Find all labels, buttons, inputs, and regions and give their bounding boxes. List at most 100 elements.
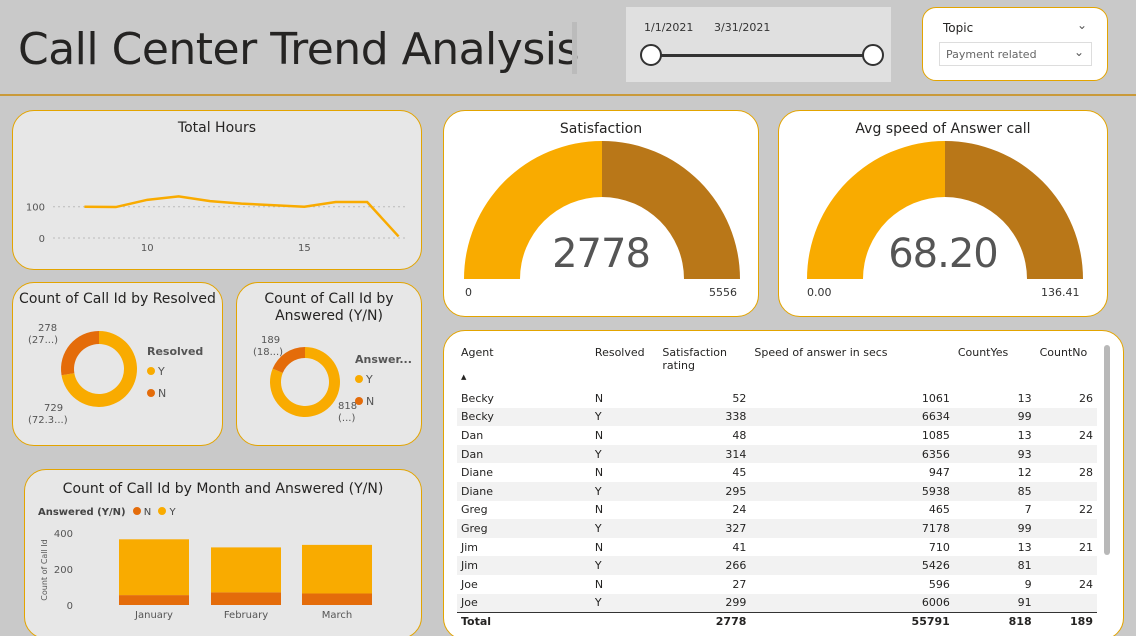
date-end-handle[interactable] (862, 44, 884, 66)
cell-countyes: 12 (1017, 466, 1032, 480)
col-header-agent[interactable]: Agent ▲ (457, 343, 591, 389)
sort-asc-icon[interactable]: ▲ (461, 373, 466, 381)
cell-resolved: N (594, 428, 604, 442)
resolved-legend-y[interactable]: Y (147, 365, 165, 378)
date-start-label: 1/1/2021 (644, 21, 694, 34)
cell-speed: 6634 (750, 407, 954, 427)
satisfaction-gauge-card[interactable]: Satisfaction 2778 0 5556 (443, 110, 759, 317)
series-line (84, 195, 400, 238)
resolved-legend-n[interactable]: N (147, 387, 166, 400)
cell-countno: 26 (1079, 391, 1093, 405)
cell-agent: Greg (461, 503, 488, 517)
cell-agent: Greg (457, 519, 591, 538)
cell-countno (1035, 593, 1097, 613)
speed-gauge-card[interactable]: Avg speed of Answer call 68.20 0.00 136.… (778, 110, 1108, 317)
cell-countno: 28 (1079, 466, 1093, 480)
cell-satisfaction: 314 (658, 444, 751, 464)
topic-selected-value: Payment related (946, 48, 1037, 61)
cell-speed: 5426 (750, 556, 954, 575)
cell-resolved: Y (590, 407, 659, 427)
cell-agent: Diane (461, 466, 494, 480)
table-row[interactable]: Becky Y 338 6634 99 (457, 407, 1097, 427)
date-slider-track[interactable] (652, 54, 874, 57)
cell-countno: 24 (1079, 428, 1093, 442)
date-end-label: 3/31/2021 (714, 21, 771, 34)
cell-satisfaction: 338 (658, 407, 751, 427)
cell-countyes: 7 (1024, 503, 1032, 517)
cell-agent: Diane (457, 481, 591, 501)
bar-n (302, 593, 372, 605)
cell-resolved: N (594, 466, 604, 480)
cell-countno (1035, 519, 1097, 538)
total-hours-card[interactable]: Total Hours 100 0 10 15 (12, 110, 422, 270)
date-start-handle[interactable] (640, 44, 662, 66)
table-row[interactable]: Dan Y 314 6356 93 (457, 444, 1097, 464)
table-total-row[interactable]: Total 2778 55791 818 189 (457, 611, 1097, 631)
cell-countyes: 81 (953, 556, 1036, 575)
x-tick-label: January (134, 610, 173, 621)
cell-satisfaction: 299 (658, 593, 751, 613)
cell-countno (1035, 407, 1097, 427)
cell-satisfaction: 41 (732, 540, 747, 554)
table-row[interactable]: Dan N 48 1085 13 24 (457, 426, 1097, 445)
cell-satisfaction: 266 (658, 556, 751, 575)
title-divider (572, 22, 577, 74)
cell-countno: 189 (1035, 611, 1097, 631)
agent-table: Agent ▲ Resolved Satisfaction rating Spee… (457, 343, 1097, 631)
x-tick-label: 10 (141, 243, 154, 254)
table-row[interactable]: Jim Y 266 5426 81 (457, 556, 1097, 575)
answered-donut-card[interactable]: Count of Call Id by Answered (Y/N) 189 (… (236, 282, 422, 446)
x-tick-label: March (322, 610, 352, 621)
col-header-resolved[interactable]: Resolved (591, 343, 658, 389)
col-header-countyes[interactable]: CountYes (954, 343, 1036, 389)
table-row[interactable]: Joe Y 299 6006 91 (457, 593, 1097, 613)
cell-countyes: 99 (953, 407, 1036, 427)
cell-speed: 1061 (921, 391, 950, 405)
speed-min: 0.00 (807, 286, 832, 299)
resolved-donut-card[interactable]: Count of Call Id by Resolved 278 (27...)… (12, 282, 223, 446)
col-header-speed[interactable]: Speed of answer in secs (750, 343, 953, 389)
table-row[interactable]: Jim N 41 710 13 21 (457, 538, 1097, 557)
table-row[interactable]: Diane N 45 947 12 28 (457, 463, 1097, 482)
chevron-down-icon: ⌄ (1074, 45, 1085, 59)
date-range-slicer[interactable]: 1/1/2021 3/31/2021 (626, 7, 891, 82)
table-row[interactable]: Greg N 24 465 7 22 (457, 501, 1097, 520)
topic-dropdown[interactable]: Payment related ⌄ (939, 42, 1092, 66)
table-row[interactable]: Diane Y 295 5938 85 (457, 481, 1097, 501)
table-row[interactable]: Becky N 52 1061 13 26 (457, 389, 1097, 408)
table-row[interactable]: Greg Y 327 7178 99 (457, 519, 1097, 538)
y-tick-label: 200 (54, 565, 73, 576)
cell-agent: Dan (457, 444, 591, 464)
cell-countyes: 13 (1017, 391, 1032, 405)
resolved-label-y: 729 (72.3...) (28, 403, 68, 426)
month-bar-card[interactable]: Count of Call Id by Month and Answered (… (24, 469, 422, 636)
cell-resolved: Y (590, 556, 659, 575)
cell-countyes: 13 (1017, 540, 1032, 554)
cell-resolved: Y (590, 444, 659, 464)
y-tick-label: 400 (54, 529, 73, 540)
table-scrollbar[interactable] (1104, 345, 1110, 555)
answered-legend-title: Answer... (355, 353, 412, 366)
speed-max: 136.41 (1041, 286, 1080, 299)
cell-countyes: 85 (953, 481, 1036, 501)
answered-legend-y[interactable]: Y (355, 373, 373, 386)
cell-agent: Total (457, 611, 591, 631)
answered-legend-n[interactable]: N (355, 395, 374, 408)
cell-countno (1035, 481, 1097, 501)
chevron-down-icon[interactable]: ⌄ (1077, 18, 1087, 32)
bar-y (119, 539, 189, 596)
col-header-satisfaction[interactable]: Satisfaction rating (658, 343, 750, 389)
topic-slicer[interactable]: Topic ⌄ Payment related ⌄ (922, 7, 1108, 81)
table-row[interactable]: Joe N 27 596 9 24 (457, 575, 1097, 594)
satisfaction-max: 5556 (709, 286, 737, 299)
cell-agent: Joe (461, 577, 478, 591)
donut-slice-n (61, 331, 99, 376)
col-header-countno[interactable]: CountNo (1036, 343, 1097, 389)
cell-speed: 5938 (750, 481, 954, 501)
cell-agent: Becky (461, 391, 494, 405)
agent-table-card[interactable]: Agent ▲ Resolved Satisfaction rating Spee… (443, 330, 1124, 636)
cell-countno: 22 (1079, 503, 1093, 517)
cell-agent: Jim (457, 556, 591, 575)
cell-satisfaction: 24 (732, 503, 747, 517)
cell-agent: Joe (457, 593, 591, 613)
